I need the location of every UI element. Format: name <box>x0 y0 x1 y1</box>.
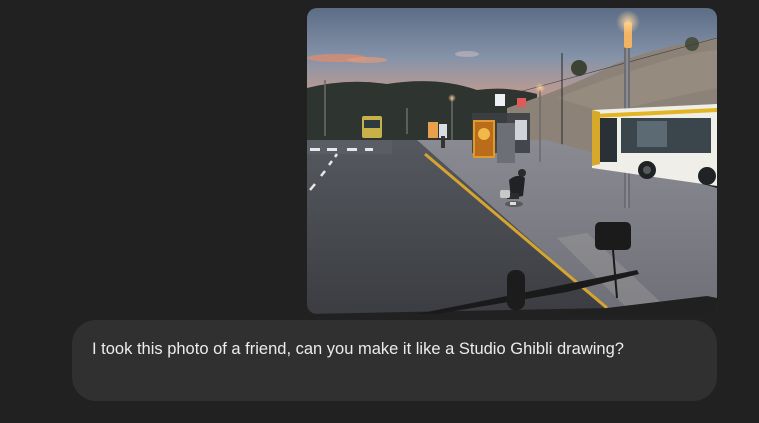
chat-thread: I took this photo of a friend, can you m… <box>0 0 759 423</box>
user-message-text: I took this photo of a friend, can you m… <box>92 340 624 358</box>
photo-image <box>307 8 717 314</box>
uploaded-photo[interactable] <box>307 8 717 314</box>
user-message-bubble: I took this photo of a friend, can you m… <box>72 320 717 401</box>
